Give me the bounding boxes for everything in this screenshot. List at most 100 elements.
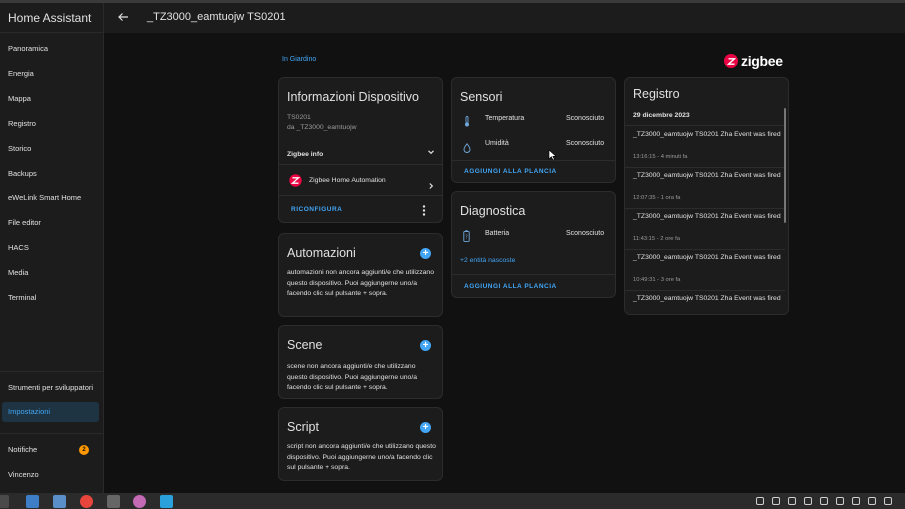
sidebar-item-terminal[interactable]: Terminal bbox=[0, 288, 103, 308]
logbook-entry-message: _TZ3000_eamtuojw TS0201 Zha Event was fi… bbox=[633, 295, 781, 302]
sidebar-item-hacs[interactable]: HACS bbox=[0, 238, 103, 258]
sidebar-item-settings[interactable]: Impostazioni bbox=[2, 402, 99, 422]
add-scene-icon[interactable]: + bbox=[420, 340, 431, 351]
logbook-entry-message: _TZ3000_eamtuojw TS0201 Zha Event was fi… bbox=[633, 131, 781, 138]
sensor-name: Temperatura bbox=[485, 115, 525, 122]
tray-icon[interactable] bbox=[884, 497, 892, 505]
thermometer-icon bbox=[464, 114, 470, 132]
zigbee-logo: zigbee bbox=[724, 51, 783, 71]
logbook-scrollbar[interactable] bbox=[784, 108, 786, 223]
water-percent-icon bbox=[463, 140, 471, 158]
diagnostics-title: Diagnostica bbox=[460, 204, 526, 218]
add-to-dashboard-button[interactable]: AGGIUNGI ALLA PLANCIA bbox=[464, 283, 557, 290]
script-card: Script + script non ancora aggiunti/e ch… bbox=[278, 407, 443, 481]
sidebar-item-notifications[interactable]: Notifiche 2 bbox=[0, 440, 103, 460]
sensors-title: Sensori bbox=[460, 90, 503, 104]
sidebar-item-ewelink[interactable]: eWeLink Smart Home bbox=[0, 188, 103, 208]
sidebar-brand: Home Assistant bbox=[0, 3, 103, 33]
divider bbox=[279, 195, 442, 196]
sensor-row-humidity[interactable]: Umidità Sconosciuto bbox=[460, 139, 610, 153]
zigbee-info-expander[interactable]: Zigbee info bbox=[287, 143, 435, 158]
sensor-state: Sconosciuto bbox=[566, 115, 605, 122]
device-page: In Giardino zigbee Informazioni Disposit… bbox=[104, 33, 905, 493]
top-app-bar: _TZ3000_eamtuojw TS0201 bbox=[104, 3, 905, 33]
audio-icon[interactable] bbox=[107, 495, 120, 508]
logbook-card: Registro 29 dicembre 2023 _TZ3000_eamtuo… bbox=[624, 77, 789, 315]
logbook-entry[interactable]: _TZ3000_eamtuojw TS0201 Zha Event was fi… bbox=[625, 252, 785, 292]
tray-icon[interactable] bbox=[756, 497, 764, 505]
device-model: TS0201 bbox=[287, 114, 311, 121]
chevron-right-icon bbox=[427, 177, 435, 195]
logbook-entry[interactable]: _TZ3000_eamtuojw TS0201 Zha Event was fi… bbox=[625, 170, 785, 210]
sidebar-item-panoramica[interactable]: Panoramica bbox=[0, 39, 103, 59]
add-to-dashboard-button[interactable]: AGGIUNGI ALLA PLANCIA bbox=[464, 168, 557, 175]
os-taskbar bbox=[0, 493, 905, 509]
sidebar-item-user[interactable]: Vincenzo bbox=[0, 465, 103, 485]
area-link[interactable]: In Giardino bbox=[282, 56, 316, 63]
scenes-text: scene non ancora aggiunti/e che utilizza… bbox=[287, 363, 417, 391]
back-arrow-icon[interactable] bbox=[116, 10, 130, 24]
logbook-entry[interactable]: _TZ3000_eamtuojw TS0201 Zha Event was fi… bbox=[625, 211, 785, 251]
sidebar-item-storico[interactable]: Storico bbox=[0, 139, 103, 159]
integration-name: Zigbee Home Automation bbox=[309, 177, 386, 184]
divider bbox=[279, 164, 442, 165]
window-icon[interactable] bbox=[53, 495, 66, 508]
diagnostic-row-battery[interactable]: ? Batteria Sconosciuto bbox=[460, 229, 610, 242]
add-script-icon[interactable]: + bbox=[420, 422, 431, 433]
tray-icon[interactable] bbox=[868, 497, 876, 505]
browser-icon[interactable] bbox=[80, 495, 93, 508]
integration-link[interactable]: Zigbee Home Automation bbox=[287, 174, 435, 189]
sidebar-item-backups[interactable]: Backups bbox=[0, 164, 103, 184]
telegram-icon[interactable] bbox=[160, 495, 173, 508]
tray-icon[interactable] bbox=[772, 497, 780, 505]
script-title: Script bbox=[287, 420, 319, 434]
sidebar-item-registro[interactable]: Registro bbox=[0, 114, 103, 134]
divider bbox=[625, 290, 785, 291]
scenes-title: Scene bbox=[287, 338, 323, 352]
chat-app-icon[interactable] bbox=[133, 495, 146, 508]
logbook-entry-message: _TZ3000_eamtuojw TS0201 Zha Event was fi… bbox=[633, 172, 781, 179]
reconfigure-button[interactable]: RICONFIGURA bbox=[291, 206, 342, 213]
add-automation-icon[interactable]: + bbox=[420, 248, 431, 259]
logbook-entry-time: 13:16:15 - 4 minuti fa bbox=[633, 154, 688, 160]
logbook-date: 29 dicembre 2023 bbox=[633, 112, 690, 119]
hidden-entities-link[interactable]: +2 entità nascoste bbox=[460, 257, 515, 264]
sidebar: Home Assistant Panoramica Energia Mappa … bbox=[0, 3, 104, 493]
sidebar-item-media[interactable]: Media bbox=[0, 263, 103, 283]
logbook-entry[interactable]: _TZ3000_eamtuojw TS0201 Zha Event was fi… bbox=[625, 129, 785, 169]
sensor-name: Umidità bbox=[485, 140, 509, 147]
svg-text:?: ? bbox=[465, 235, 468, 241]
divider bbox=[452, 160, 615, 161]
chevron-down-icon bbox=[427, 143, 435, 161]
tray-icon[interactable] bbox=[852, 497, 860, 505]
tray-icon[interactable] bbox=[804, 497, 812, 505]
tray-icon[interactable] bbox=[820, 497, 828, 505]
script-text: script non ancora aggiunti/e che utilizz… bbox=[287, 443, 436, 471]
sidebar-item-energia[interactable]: Energia bbox=[0, 64, 103, 84]
more-vert-icon[interactable] bbox=[422, 203, 426, 221]
app-menu-icon[interactable] bbox=[0, 495, 9, 508]
screen: Home Assistant Panoramica Energia Mappa … bbox=[0, 0, 905, 509]
diagnostics-card: Diagnostica ? Batteria Sconosciuto +2 en… bbox=[451, 191, 616, 298]
battery-icon: ? bbox=[463, 229, 470, 247]
sidebar-divider bbox=[0, 433, 103, 434]
scenes-card: Scene + scene non ancora aggiunti/e che … bbox=[278, 325, 443, 399]
zigbee-info-label: Zigbee info bbox=[287, 151, 324, 158]
divider bbox=[625, 249, 785, 250]
divider bbox=[625, 125, 785, 126]
sidebar-item-developer-tools[interactable]: Strumenti per sviluppatori bbox=[0, 378, 103, 398]
automations-card: Automazioni + automazioni non ancora agg… bbox=[278, 233, 443, 317]
logbook-entry-message: _TZ3000_eamtuojw TS0201 Zha Event was fi… bbox=[633, 254, 781, 261]
zigbee-mark-icon bbox=[724, 54, 738, 68]
files-icon[interactable] bbox=[26, 495, 39, 508]
logbook-title: Registro bbox=[633, 87, 680, 101]
tray-icon[interactable] bbox=[836, 497, 844, 505]
sensor-row-temperature[interactable]: Temperatura Sconosciuto bbox=[460, 114, 610, 127]
notifications-badge: 2 bbox=[79, 445, 89, 455]
sensors-card: Sensori Temperatura Sconosciuto Umidità … bbox=[451, 77, 616, 183]
sidebar-item-file-editor[interactable]: File editor bbox=[0, 213, 103, 233]
sidebar-item-mappa[interactable]: Mappa bbox=[0, 89, 103, 109]
divider bbox=[452, 274, 615, 275]
tray-icon[interactable] bbox=[788, 497, 796, 505]
logbook-entry[interactable]: _TZ3000_eamtuojw TS0201 Zha Event was fi… bbox=[625, 293, 785, 314]
